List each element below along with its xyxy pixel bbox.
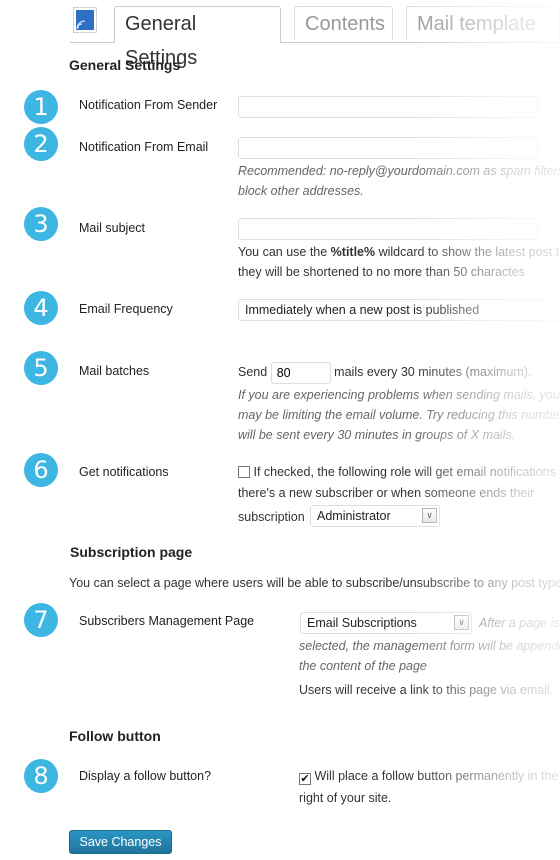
tab-contents[interactable]: Contents (294, 6, 393, 40)
label-notification-email: Notification From Email (79, 140, 209, 154)
follow-text-1: Will place a follow button permanently i… (314, 769, 560, 783)
management-page-value: Email Subscriptions (307, 616, 417, 630)
label-email-frequency: Email Frequency (79, 302, 173, 316)
step-badge-8: 8 (24, 759, 58, 793)
mail-batches-row: Send mails every 30 minutes (maximum). (238, 361, 531, 384)
notification-sender-input[interactable] (238, 96, 538, 118)
mail-batch-size-input[interactable] (270, 361, 331, 384)
mail-subject-input[interactable] (238, 218, 538, 240)
role-value: Administrator (317, 509, 391, 523)
step-badge-7: 7 (24, 603, 58, 637)
step-badge-4: 4 (24, 291, 58, 325)
notifications-line-1: If checked, the following role will get … (238, 461, 560, 483)
save-changes-button[interactable]: Save Changes (69, 830, 172, 854)
label-management-page: Subscribers Management Page (79, 614, 255, 628)
tab-mail-template[interactable]: Mail template (406, 6, 560, 40)
section-heading-follow: Follow button (69, 728, 161, 744)
batch-help-line-3: will be sent every 30 minutes in groups … (238, 428, 516, 442)
chevron-down-icon: ∨ (454, 615, 469, 630)
subject-help-text-2: wildcard to show the latest post title (375, 245, 560, 259)
email-help-line-2: block other addresses. (238, 184, 364, 198)
email-help-line-1: Recommended: no-reply@yourdomain.com as … (238, 164, 560, 178)
subject-help-line-2: they will be shortened to no more than 5… (238, 265, 525, 279)
follow-line-1: ✔ Will place a follow button permanently… (299, 765, 560, 787)
batch-help-line-1: If you are experiencing problems when se… (238, 388, 560, 402)
email-frequency-select[interactable]: Immediately when a new post is published (238, 299, 560, 321)
management-help-line-2: the content of the page (299, 659, 427, 673)
label-notification-sender: Notification From Sender (79, 98, 218, 112)
email-frequency-value: Immediately when a new post is published (245, 303, 480, 317)
batch-suffix: mails every 30 minutes (maximum). (334, 365, 532, 379)
notifications-line-2: there's a new subscriber or when someone… (238, 486, 535, 500)
management-page-select[interactable]: Email Subscriptions ∨ (300, 612, 472, 634)
batch-help-line-2: may be limiting the email volume. Try re… (238, 408, 560, 422)
tab-general-settings[interactable]: General Settings (114, 6, 281, 69)
management-note: Users will receive a link to this page v… (299, 683, 554, 697)
notifications-line-3: subscription (238, 510, 305, 524)
step-badge-2: 2 (24, 127, 58, 161)
notifications-text-1: If checked, the following role will get … (253, 465, 560, 479)
send-label: Send (238, 365, 268, 379)
step-badge-6: 6 (24, 453, 58, 487)
title-wildcard: %title% (330, 245, 376, 259)
label-get-notifications: Get notifications (79, 465, 169, 479)
management-help-line-1: selected, the management form will be ap… (299, 639, 560, 653)
chevron-down-icon: ∨ (422, 508, 437, 523)
follow-checkbox[interactable]: ✔ (299, 773, 311, 785)
label-mail-subject: Mail subject (79, 221, 145, 235)
tab-bar: General Settings Contents Mail template (70, 0, 560, 69)
subject-help-line-1: You can use the %title% wildcard to show… (238, 241, 560, 263)
step-badge-3: 3 (24, 207, 58, 241)
section-heading-general: General Settings (69, 57, 181, 73)
follow-line-2: right of your site. (299, 791, 392, 805)
section-heading-subscription: Subscription page (70, 544, 193, 560)
mail-stamp-icon (73, 7, 97, 33)
step-badge-5: 5 (24, 351, 58, 385)
management-help-inline: After a page is (479, 616, 560, 630)
notification-email-input[interactable] (238, 137, 538, 159)
label-follow-button: Display a follow button? (79, 769, 212, 783)
notifications-checkbox[interactable] (238, 466, 250, 478)
subscription-intro: You can select a page where users will b… (69, 576, 560, 590)
label-mail-batches: Mail batches (79, 364, 150, 378)
subject-help-text: You can use the (238, 245, 331, 259)
step-badge-1: 1 (24, 90, 58, 124)
role-select[interactable]: Administrator ∨ (310, 505, 440, 527)
